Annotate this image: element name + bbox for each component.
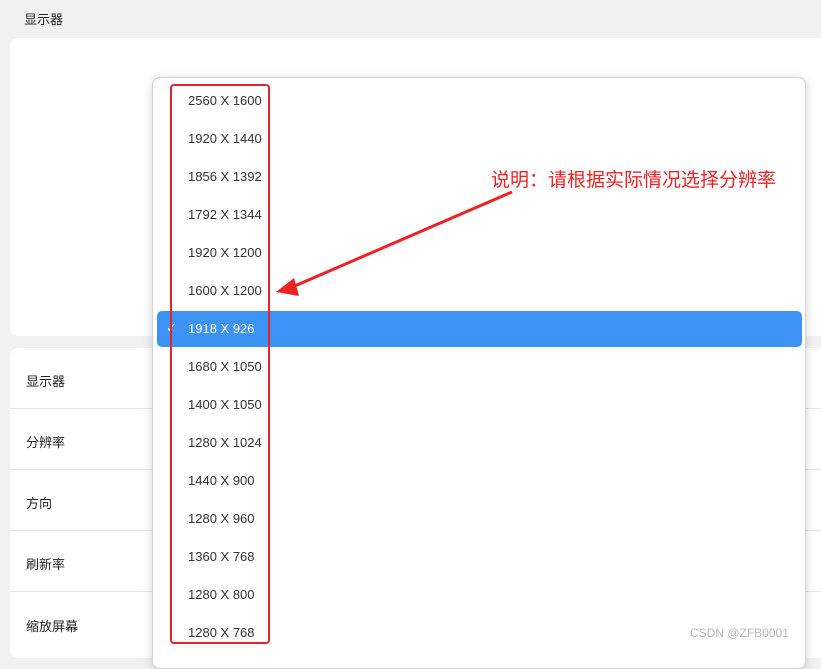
annotation-text: 说明：请根据实际情况选择分辨率 (491, 169, 777, 191)
watermark: CSDN @ZFB0001 (690, 626, 789, 640)
annotation-arrow-icon (276, 190, 513, 296)
